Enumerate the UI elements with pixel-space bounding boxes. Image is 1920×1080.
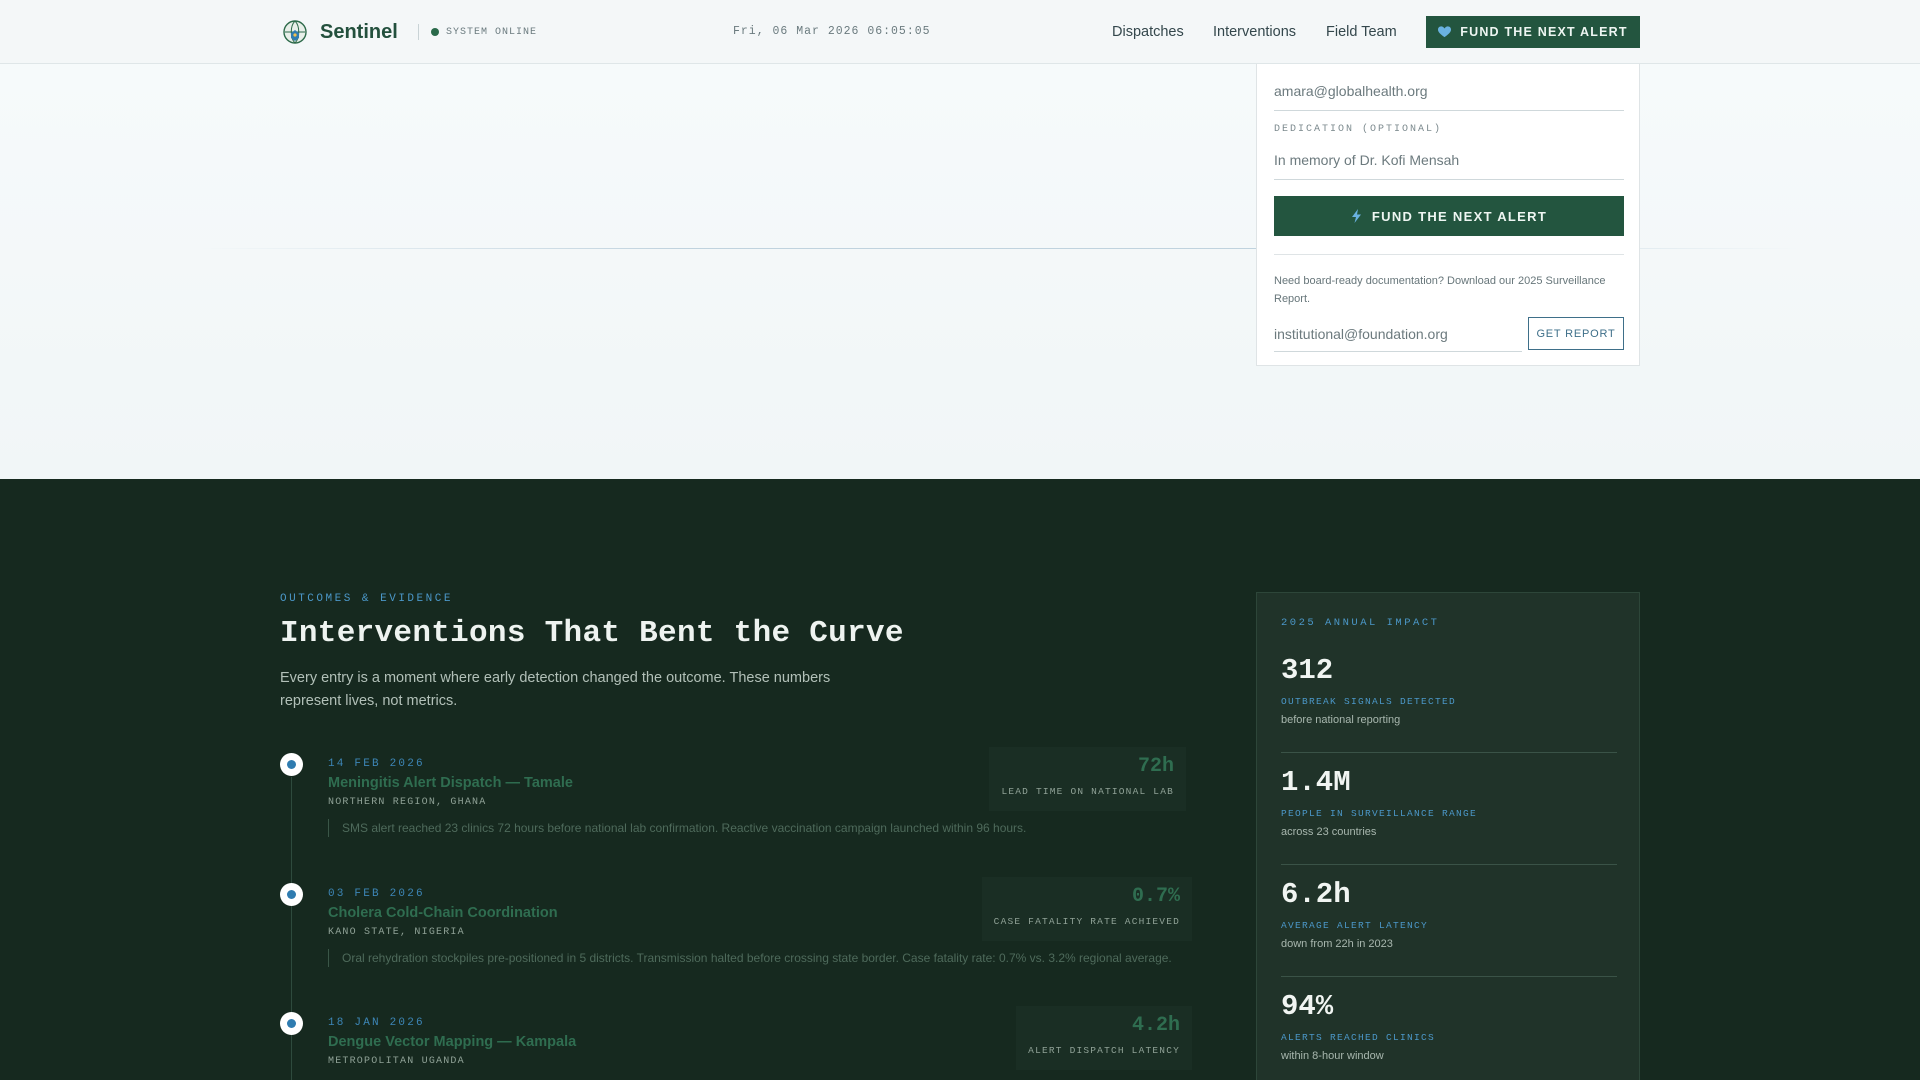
- entry-stat-label: CASE FATALITY RATE ACHIEVED: [993, 916, 1180, 927]
- timeline-entry[interactable]: 03 FEB 2026 Cholera Cold-Chain Coordinat…: [280, 877, 1192, 993]
- outcomes-title: Interventions That Bent the Curve: [280, 616, 904, 651]
- metric-value: 312: [1281, 654, 1334, 687]
- system-clock: Fri, 06 Mar 2026 06:05:05: [733, 25, 931, 38]
- metric-subtext: across 23 countries: [1281, 826, 1377, 838]
- entry-region: NORTHERN REGION, GHANA: [328, 797, 487, 808]
- entry-date: 03 FEB 2026: [328, 888, 425, 900]
- entry-note: Oral rehydration stockpiles pre-position…: [328, 949, 1172, 967]
- metric-divider: [1281, 976, 1617, 977]
- impact-metric: 1.4M PEOPLE IN SURVEILLANCE RANGE across…: [1281, 766, 1617, 878]
- report-email-field[interactable]: institutional@foundation.org: [1274, 316, 1522, 352]
- timeline-marker-icon: [280, 753, 303, 776]
- entry-stat-label: LEAD TIME ON NATIONAL LAB: [1001, 786, 1174, 797]
- metric-subtext: within 8-hour window: [1281, 1050, 1384, 1062]
- timeline-marker-icon: [280, 883, 303, 906]
- donation-form-card: amara@globalhealth.org DEDICATION (OPTIO…: [1256, 64, 1640, 366]
- brand-logo[interactable]: Sentinel: [282, 19, 398, 45]
- entry-stat: 0.7% CASE FATALITY RATE ACHIEVED: [981, 877, 1192, 941]
- fund-alert-label: FUND THE NEXT ALERT: [1371, 208, 1548, 224]
- metric-value: 94%: [1281, 990, 1334, 1023]
- entry-stat-value: 72h: [1137, 755, 1174, 778]
- metric-divider: [1281, 864, 1617, 865]
- outcomes-eyebrow: OUTCOMES & EVIDENCE: [280, 593, 453, 605]
- impact-metric: 312 OUTBREAK SIGNALS DETECTED before nat…: [1281, 654, 1617, 766]
- metric-value: 6.2h: [1281, 878, 1351, 911]
- timeline-marker-icon: [280, 1012, 303, 1035]
- entry-stat-label: ALERT DISPATCH LATENCY: [1028, 1045, 1180, 1056]
- outcomes-section: OUTCOMES & EVIDENCE Interventions That B…: [0, 479, 1920, 1080]
- metric-value: 1.4M: [1281, 766, 1351, 799]
- metric-label: ALERTS REACHED CLINICS: [1281, 1032, 1436, 1043]
- dedication-field[interactable]: In memory of Dr. Kofi Mensah: [1274, 140, 1624, 180]
- timeline-entry[interactable]: 18 JAN 2026 Dengue Vector Mapping — Kamp…: [280, 1006, 1192, 1080]
- email-field[interactable]: amara@globalhealth.org: [1274, 71, 1624, 111]
- site-header: Sentinel SYSTEM ONLINE Fri, 06 Mar 2026 …: [0, 0, 1920, 64]
- metric-label: AVERAGE ALERT LATENCY: [1281, 920, 1429, 931]
- system-status: SYSTEM ONLINE: [418, 24, 537, 40]
- entry-title[interactable]: Meningitis Alert Dispatch — Tamale: [328, 775, 573, 791]
- fund-alert-button[interactable]: FUND THE NEXT ALERT: [1274, 196, 1624, 236]
- brand-name: Sentinel: [320, 20, 398, 43]
- entry-region: KANO STATE, NIGERIA: [328, 927, 465, 938]
- entry-title[interactable]: Cholera Cold-Chain Coordination: [328, 905, 558, 921]
- impact-metric: 6.2h AVERAGE ALERT LATENCY down from 22h…: [1281, 878, 1617, 990]
- metric-divider: [1281, 752, 1617, 753]
- metric-label: OUTBREAK SIGNALS DETECTED: [1281, 696, 1457, 707]
- entry-note: SMS alert reached 23 clinics 72 hours be…: [328, 819, 1026, 837]
- entry-title[interactable]: Dengue Vector Mapping — Kampala: [328, 1034, 576, 1050]
- donation-section: amara@globalhealth.org DEDICATION (OPTIO…: [0, 64, 1920, 479]
- lightning-bolt-icon: [1351, 209, 1361, 223]
- nav-dispatches[interactable]: Dispatches: [1112, 24, 1184, 40]
- dedication-label: DEDICATION (OPTIONAL): [1274, 124, 1443, 135]
- entry-date: 14 FEB 2026: [328, 758, 425, 770]
- metric-subtext: before national reporting: [1281, 714, 1401, 726]
- form-divider: [1274, 254, 1624, 255]
- annual-impact-card: 2025 ANNUAL IMPACT 312 OUTBREAK SIGNALS …: [1256, 592, 1640, 1080]
- status-text: SYSTEM ONLINE: [446, 26, 538, 38]
- globe-shield-icon: [283, 20, 307, 44]
- entry-date: 18 JAN 2026: [328, 1017, 425, 1029]
- timeline-entry[interactable]: 14 FEB 2026 Meningitis Alert Dispatch — …: [280, 747, 1192, 863]
- nav-field-team[interactable]: Field Team: [1326, 24, 1397, 40]
- nav-interventions[interactable]: Interventions: [1213, 24, 1296, 40]
- status-dot-icon: [431, 28, 439, 36]
- impact-eyebrow: 2025 ANNUAL IMPACT: [1281, 617, 1440, 629]
- impact-metric: 94% ALERTS REACHED CLINICS within 8-hour…: [1281, 990, 1617, 1080]
- metric-label: PEOPLE IN SURVEILLANCE RANGE: [1281, 808, 1478, 819]
- heart-icon: [1438, 26, 1452, 38]
- entry-stat-value: 4.2h: [1131, 1014, 1180, 1037]
- header-fund-label: FUND THE NEXT ALERT: [1460, 25, 1628, 39]
- get-report-button[interactable]: GET REPORT: [1528, 317, 1624, 350]
- entry-stat: 4.2h ALERT DISPATCH LATENCY: [1016, 1006, 1192, 1070]
- entry-stat-value: 0.7%: [1131, 885, 1180, 908]
- entry-region: METROPOLITAN UGANDA: [328, 1056, 465, 1067]
- entry-stat: 72h LEAD TIME ON NATIONAL LAB: [989, 747, 1186, 811]
- outcomes-description: Every entry is a moment where early dete…: [280, 670, 831, 709]
- report-note: Need board-ready documentation? Download…: [1274, 275, 1606, 305]
- metric-subtext: down from 22h in 2023: [1281, 938, 1393, 950]
- header-fund-button[interactable]: FUND THE NEXT ALERT: [1426, 16, 1640, 48]
